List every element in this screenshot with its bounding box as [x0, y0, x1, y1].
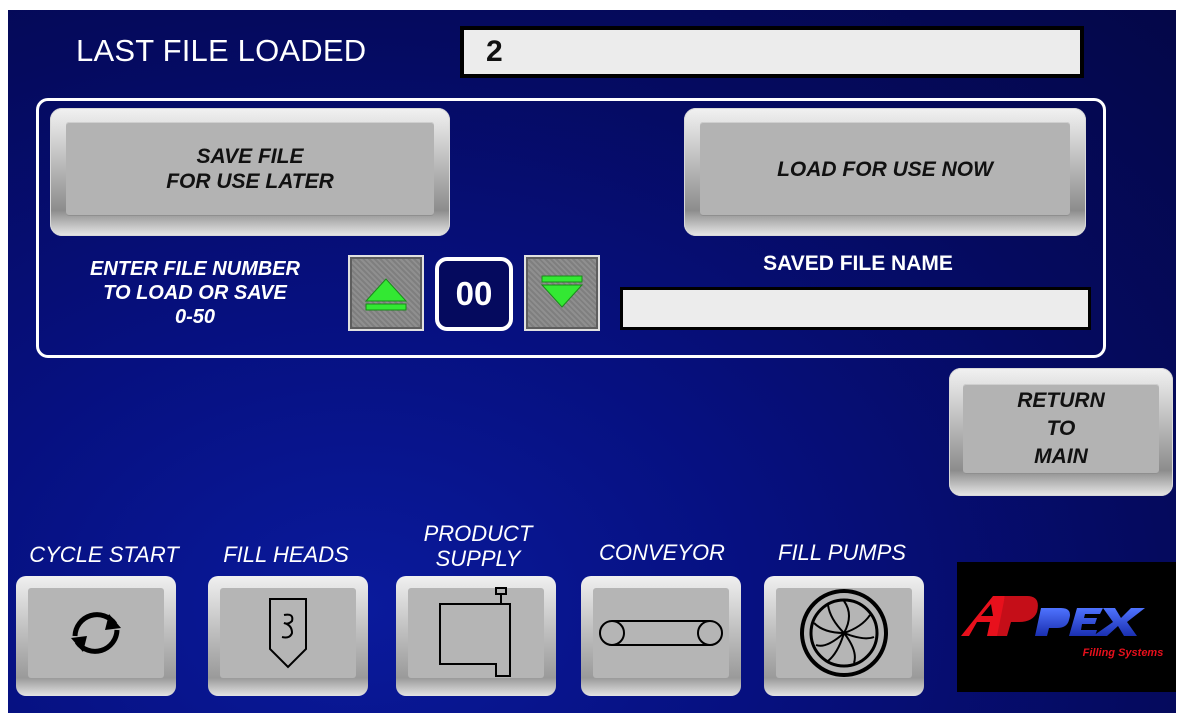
apex-tagline: Filling Systems [1083, 647, 1164, 659]
conveyor-button[interactable] [581, 576, 741, 696]
last-file-display: 2 [460, 26, 1084, 78]
fill-heads-button[interactable] [208, 576, 368, 696]
enter-file-number-label: ENTER FILE NUMBER TO LOAD OR SAVE 0-50 [60, 257, 330, 329]
product-supply-button[interactable] [396, 576, 556, 696]
save-file-label-line1: SAVE FILE [196, 145, 304, 168]
fill-pumps-face [776, 588, 912, 678]
load-button-label: LOAD FOR USE NOW [700, 122, 1070, 216]
apex-logo-icon: Filling Systems [961, 596, 1164, 659]
fill-heads-face [220, 588, 356, 678]
hmi-screen: LAST FILE LOADED 2 SAVE FILE FOR USE LAT… [8, 10, 1176, 713]
load-for-use-now-button[interactable]: LOAD FOR USE NOW [684, 108, 1086, 236]
save-file-button[interactable]: SAVE FILE FOR USE LATER [50, 108, 450, 236]
arrow-down-icon [540, 275, 584, 308]
conveyor-label: CONVEYOR [599, 540, 725, 565]
return-button-face: RETURN TO MAIN [963, 384, 1159, 474]
enter-line1: ENTER FILE NUMBER [90, 258, 300, 280]
increment-file-button[interactable] [348, 255, 424, 331]
return-line1: RETURN [1017, 389, 1105, 412]
enter-line3: 0-50 [174, 306, 216, 328]
arrow-up-icon [364, 278, 408, 311]
return-to-main-button[interactable]: RETURN TO MAIN [949, 368, 1173, 496]
fill-heads-label: FILL HEADS [223, 542, 349, 567]
saved-file-name-field[interactable] [620, 287, 1091, 330]
return-line2: TO [1046, 417, 1076, 440]
product-supply-line1: PRODUCT [423, 521, 533, 546]
fill-head-icon [269, 598, 307, 669]
product-supply-face [408, 587, 544, 678]
saved-file-name-label: SAVED FILE NAME [763, 252, 953, 275]
cycle-start-label: CYCLE START [29, 542, 179, 567]
enter-line2: TO LOAD OR SAVE [103, 282, 287, 304]
conveyor-icon [599, 620, 723, 646]
pump-icon [800, 589, 888, 677]
decrement-file-button[interactable] [524, 255, 600, 331]
cycle-icon [71, 612, 121, 654]
fill-pumps-button[interactable] [764, 576, 924, 696]
fill-pumps-label: FILL PUMPS [778, 540, 906, 565]
apex-logo: Filling Systems [957, 562, 1176, 692]
cycle-start-face [28, 588, 164, 678]
file-number-display[interactable]: 00 [435, 257, 513, 331]
conveyor-face [593, 588, 729, 678]
saved-file-name-value [623, 290, 1088, 327]
return-line3: MAIN [1034, 445, 1088, 468]
cycle-start-button[interactable] [16, 576, 176, 696]
last-file-loaded-label: LAST FILE LOADED [76, 33, 367, 68]
product-supply-line2: SUPPLY [435, 546, 521, 571]
tank-icon [439, 587, 511, 677]
save-file-button-face: SAVE FILE FOR USE LATER [66, 122, 434, 216]
last-file-value: 2 [464, 30, 1080, 74]
product-supply-label: PRODUCT SUPPLY [398, 521, 558, 571]
save-file-label-line2: FOR USE LATER [166, 170, 334, 193]
